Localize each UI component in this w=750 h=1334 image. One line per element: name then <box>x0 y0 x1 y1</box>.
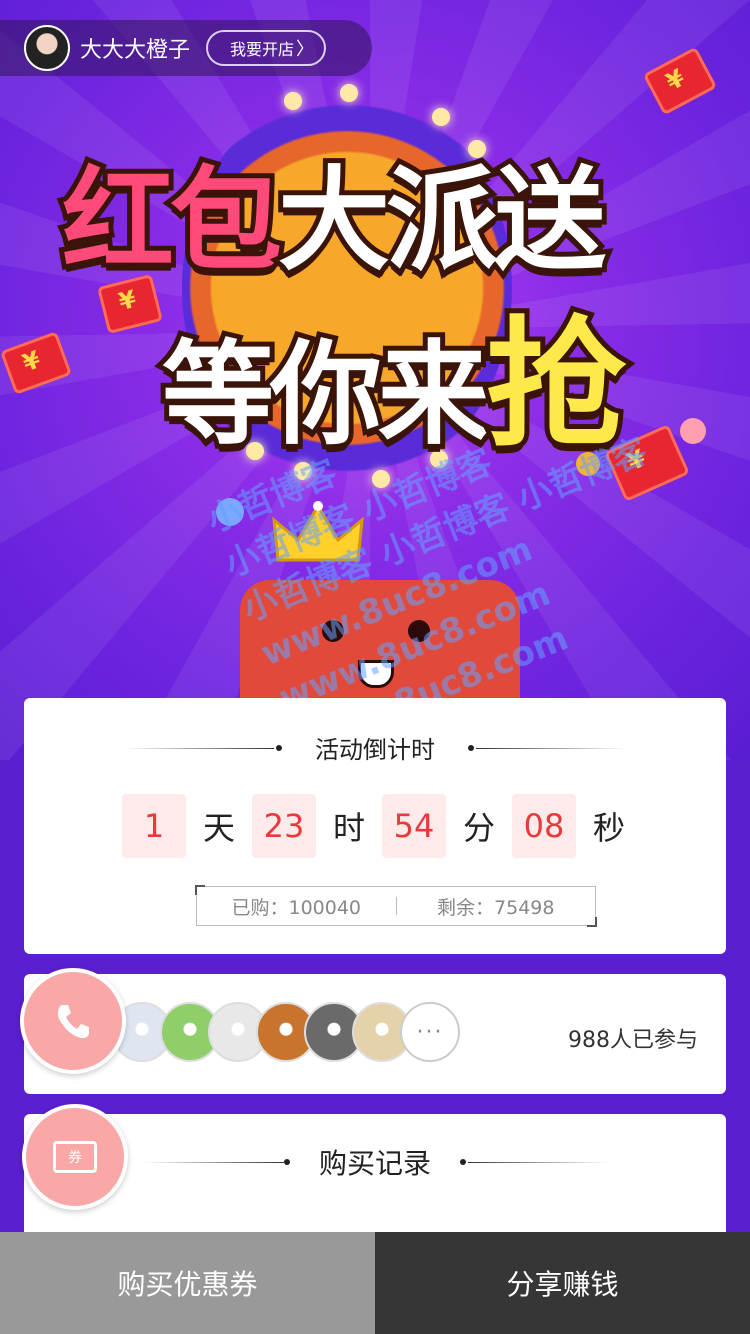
countdown-hours: 23 <box>252 794 316 858</box>
countdown-minutes: 54 <box>382 794 446 858</box>
coin-icon <box>576 452 600 476</box>
open-shop-button[interactable]: 我要开店 〉 <box>206 30 327 66</box>
title-part-white-2: 等你来 <box>157 325 495 465</box>
remaining-count: 剩余：75498 <box>437 896 555 919</box>
countdown-seconds: 08 <box>512 794 576 858</box>
purchased-count: 已购：100040 <box>231 896 362 919</box>
promo-banner: 红包大派送 等你来抢 小哲博客 小哲博客 小哲博客 小哲博客 小哲博客 小哲博客… <box>0 0 750 760</box>
divider-bullet <box>468 745 474 751</box>
countdown-days: 1 <box>122 794 186 858</box>
minutes-unit: 分 <box>462 809 495 847</box>
phone-icon <box>57 1005 89 1039</box>
coupon-button[interactable]: 券 <box>22 1104 128 1210</box>
divider-bullet <box>460 1159 466 1165</box>
divider-right <box>476 748 626 749</box>
open-shop-label: 我要开店 <box>230 40 295 59</box>
bubble <box>680 418 706 444</box>
shop-name: 大大大橙子 <box>80 38 191 63</box>
title-part-white: 大派送 <box>273 151 611 291</box>
buy-coupon-button[interactable]: 购买优惠券 <box>0 1232 375 1334</box>
shop-header: 大大大橙子 我要开店 〉 <box>0 20 372 76</box>
participants-card[interactable]: ··· 988人已参与 <box>24 974 726 1094</box>
days-unit: 天 <box>202 809 235 847</box>
bubble <box>216 498 244 526</box>
records-title: 购买记录 <box>318 1147 431 1180</box>
coupon-icon: 券 <box>53 1141 97 1173</box>
shop-avatar[interactable] <box>24 25 70 71</box>
more-participants-icon[interactable]: ··· <box>400 1002 460 1062</box>
countdown-row: 1 天 23 时 54 分 08 秒 <box>122 794 642 858</box>
bottom-action-bar: 购买优惠券 分享赚钱 <box>0 1232 750 1334</box>
phone-call-button[interactable] <box>20 968 126 1074</box>
title-part-red: 红包 <box>57 151 287 291</box>
sales-stats: 已购：100040 剩余：75498 <box>195 885 597 927</box>
title-part-yellow: 抢 <box>481 299 631 472</box>
crown-icon <box>272 501 364 562</box>
divider-right <box>468 1162 608 1163</box>
share-earn-button[interactable]: 分享赚钱 <box>375 1232 750 1334</box>
chevron-right-icon: 〉 <box>296 39 315 60</box>
countdown-card: 活动倒计时 1 天 23 时 54 分 08 秒 已购：100040 剩余：75… <box>24 698 726 954</box>
participants-count: 988人已参与 <box>568 1028 698 1053</box>
hours-unit: 时 <box>332 809 365 847</box>
light-dot <box>432 108 450 126</box>
light-dot <box>340 84 358 102</box>
light-dot <box>284 92 302 110</box>
seconds-unit: 秒 <box>592 809 625 847</box>
